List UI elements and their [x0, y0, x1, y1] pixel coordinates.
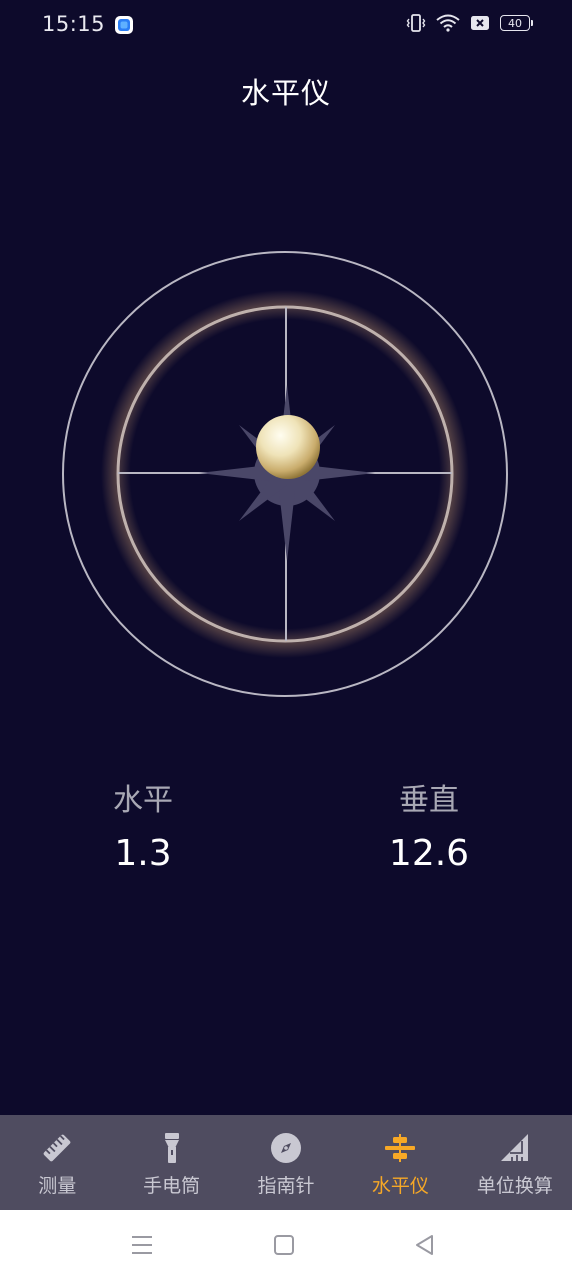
horizontal-readout: 水平 1.3 — [43, 780, 243, 876]
level-icon — [385, 1134, 416, 1162]
tab-measure-label: 测量 — [38, 1175, 77, 1197]
tab-measure[interactable]: 测量 — [0, 1115, 114, 1210]
vertical-readout: 垂直 12.6 — [329, 780, 529, 876]
tab-level[interactable]: 水平仪 — [343, 1115, 457, 1210]
page-title: 水平仪 — [240, 76, 331, 110]
horizontal-label: 水平 — [113, 783, 173, 818]
ruler-icon — [43, 1134, 71, 1162]
bottom-tab-bar: 测量 手电筒 指南针 水平仪 单位换算 — [0, 1115, 572, 1210]
vertical-label: 垂直 — [399, 783, 459, 818]
tab-unit-convert-label: 单位换算 — [476, 1175, 553, 1197]
no-sim-icon — [471, 16, 489, 30]
app-notification-icon — [115, 16, 133, 34]
system-nav-bar — [0, 1210, 572, 1280]
tab-unit-convert[interactable]: 单位换算 — [458, 1115, 572, 1210]
compass-icon — [271, 1133, 302, 1163]
tab-flashlight[interactable]: 手电筒 — [114, 1115, 228, 1210]
tab-compass-label: 指南针 — [257, 1175, 315, 1197]
status-icons: 40 — [406, 14, 533, 32]
back-icon[interactable] — [412, 1232, 438, 1258]
flashlight-icon — [164, 1133, 179, 1163]
wifi-icon — [436, 14, 460, 32]
tab-flashlight-label: 手电筒 — [143, 1175, 201, 1197]
tab-compass[interactable]: 指南针 — [229, 1115, 343, 1210]
vibrate-icon — [406, 14, 426, 32]
battery-indicator: 40 — [500, 15, 533, 31]
status-bar: 15:15 40 — [0, 0, 572, 50]
home-icon[interactable] — [271, 1232, 297, 1258]
unit-convert-icon — [500, 1134, 528, 1161]
horizontal-value: 1.3 — [114, 833, 172, 874]
vertical-value: 12.6 — [388, 833, 470, 874]
level-dial — [62, 251, 508, 697]
status-time: 15:15 — [42, 12, 106, 36]
level-bubble — [256, 415, 320, 479]
menu-icon[interactable] — [129, 1232, 155, 1258]
tab-level-label: 水平仪 — [371, 1175, 429, 1197]
